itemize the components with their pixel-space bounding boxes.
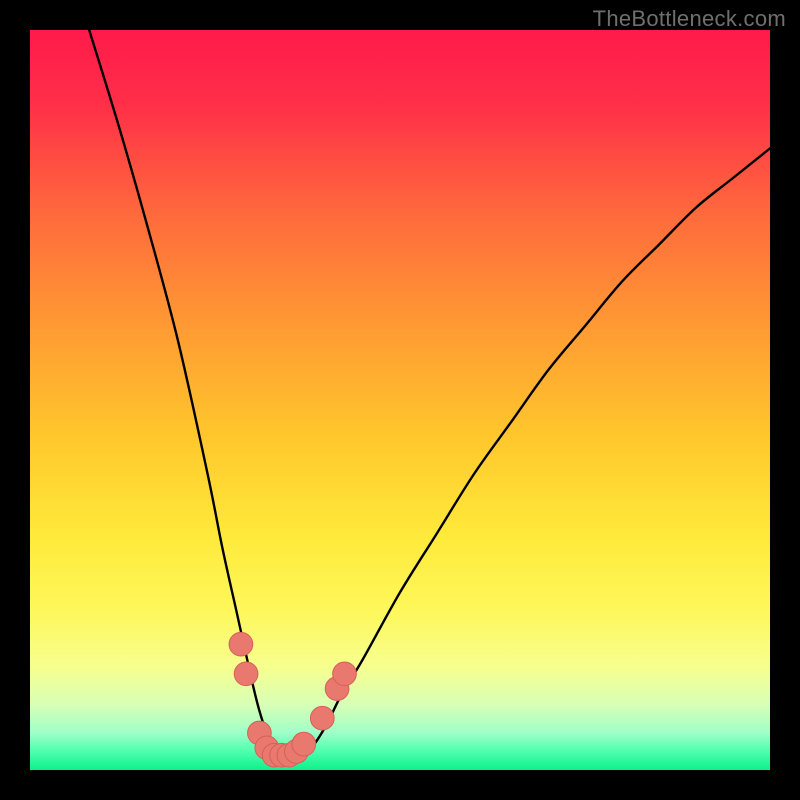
curve-markers xyxy=(229,632,356,767)
curve-marker xyxy=(234,662,258,686)
curve-marker xyxy=(229,632,253,656)
curve-marker xyxy=(292,732,316,756)
plot-area xyxy=(30,30,770,770)
bottleneck-curve xyxy=(89,30,770,756)
curve-marker xyxy=(310,706,334,730)
curve-layer xyxy=(30,30,770,770)
watermark-text: TheBottleneck.com xyxy=(593,6,786,32)
curve-marker xyxy=(333,662,357,686)
chart-frame: TheBottleneck.com xyxy=(0,0,800,800)
